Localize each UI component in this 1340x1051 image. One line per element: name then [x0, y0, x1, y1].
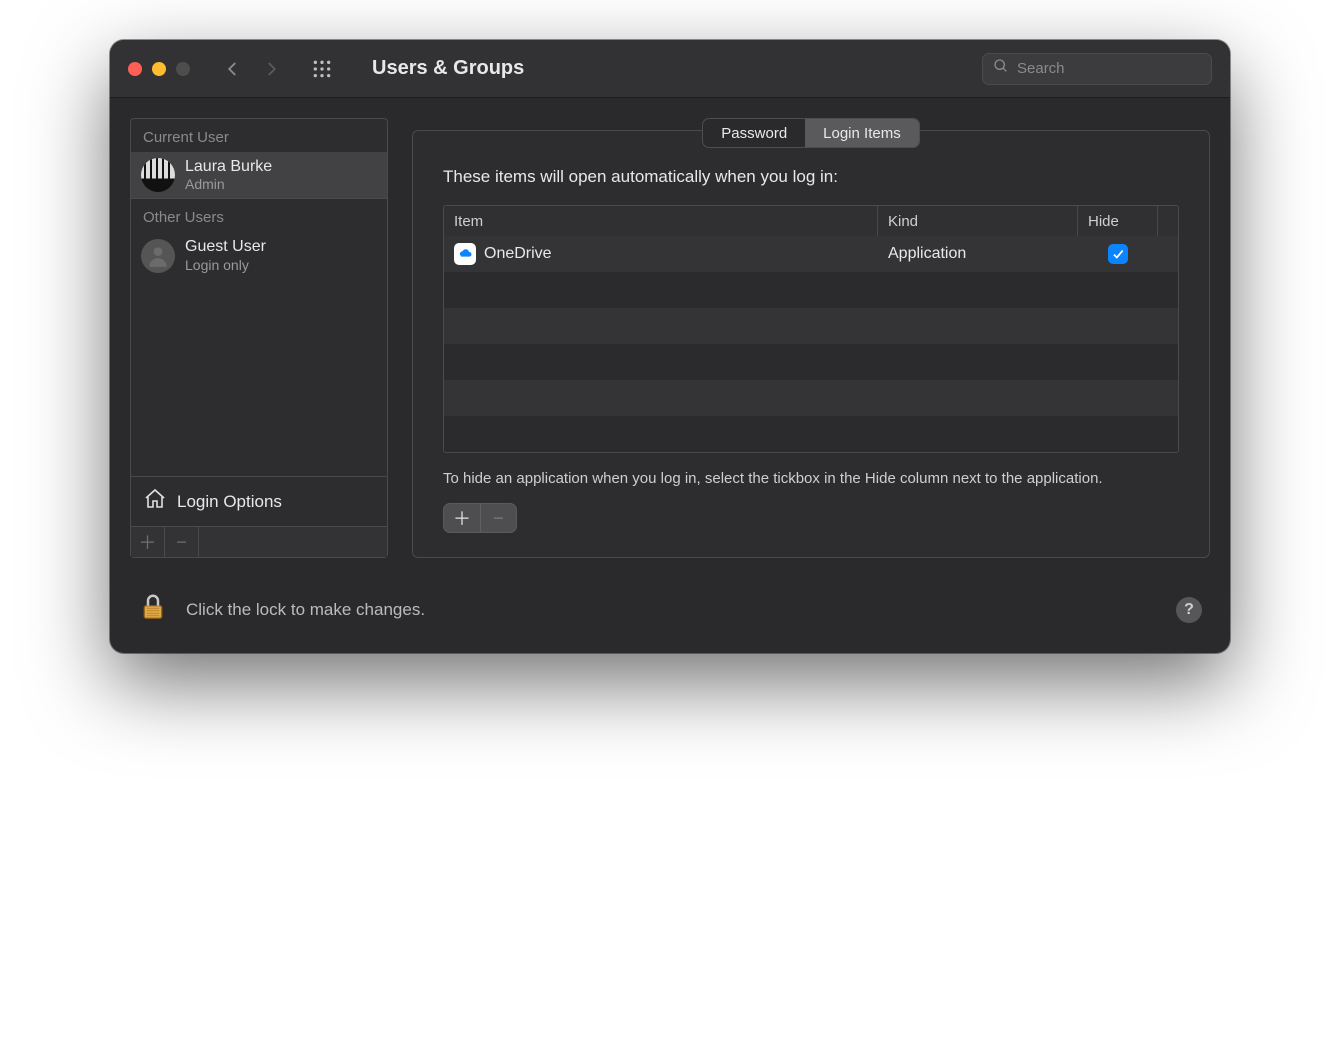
preferences-window: Users & Groups Current User Laura Burke … — [110, 40, 1230, 653]
column-hide[interactable]: Hide — [1078, 206, 1158, 236]
remove-login-item-button[interactable]: − — [480, 504, 516, 532]
tab-password[interactable]: Password — [703, 119, 805, 147]
other-users-section-label: Other Users — [131, 199, 387, 232]
minimize-window-button[interactable] — [152, 62, 166, 76]
lock-icon[interactable] — [138, 592, 168, 627]
tab-login-items[interactable]: Login Items — [805, 119, 919, 147]
titlebar: Users & Groups — [110, 40, 1230, 98]
cell-item: OneDrive — [444, 243, 878, 265]
avatar — [141, 239, 175, 273]
add-remove-group: ＋ − — [443, 503, 517, 533]
column-kind[interactable]: Kind — [878, 206, 1078, 236]
hint-text: To hide an application when you log in, … — [443, 469, 1179, 489]
main-panel: Password Login Items These items will op… — [412, 118, 1210, 558]
user-name: Laura Burke — [185, 158, 272, 176]
table-row-empty — [444, 272, 1178, 308]
sidebar-user-current[interactable]: Laura Burke Admin — [131, 152, 387, 198]
user-role: Admin — [185, 176, 272, 192]
sidebar-user-guest[interactable]: Guest User Login only — [131, 232, 387, 278]
window-title: Users & Groups — [372, 57, 524, 80]
window-body: Current User Laura Burke Admin Other Use… — [110, 98, 1230, 578]
hide-checkbox[interactable] — [1108, 244, 1128, 264]
tab-group: Password Login Items — [702, 118, 919, 148]
window-footer: Click the lock to make changes. ? — [110, 578, 1230, 653]
login-options-label: Login Options — [177, 492, 282, 512]
show-all-icon[interactable] — [312, 59, 332, 79]
add-login-item-button[interactable]: ＋ — [444, 504, 480, 532]
remove-user-button[interactable]: − — [165, 527, 199, 557]
user-name: Guest User — [185, 238, 266, 256]
table-row-empty — [444, 380, 1178, 416]
table-row-empty — [444, 344, 1178, 380]
column-spacer — [1158, 206, 1178, 236]
user-role: Login only — [185, 257, 266, 273]
table-row-empty — [444, 416, 1178, 452]
window-controls — [128, 62, 190, 76]
add-user-button[interactable]: ＋ — [131, 527, 165, 557]
login-items-table: Item Kind Hide OneDrive Application — [443, 205, 1179, 453]
close-window-button[interactable] — [128, 62, 142, 76]
search-input[interactable] — [1017, 60, 1201, 77]
zoom-window-button[interactable] — [176, 62, 190, 76]
search-field[interactable] — [982, 53, 1212, 85]
nav-arrows — [224, 60, 280, 78]
help-button[interactable]: ? — [1176, 597, 1202, 623]
sidebar-footer: ＋ − — [131, 526, 387, 557]
cell-kind: Application — [878, 245, 1078, 263]
login-options-button[interactable]: Login Options — [131, 476, 387, 526]
current-user-section-label: Current User — [131, 119, 387, 152]
item-name: OneDrive — [484, 245, 552, 263]
table-row[interactable]: OneDrive Application — [444, 236, 1178, 272]
search-icon — [993, 58, 1009, 79]
house-icon — [143, 487, 167, 516]
forward-button[interactable] — [262, 60, 280, 78]
onedrive-icon — [454, 243, 476, 265]
users-sidebar: Current User Laura Burke Admin Other Use… — [130, 118, 388, 558]
avatar — [141, 158, 175, 192]
table-row-empty — [444, 308, 1178, 344]
panel-heading: These items will open automatically when… — [443, 167, 1179, 187]
back-button[interactable] — [224, 60, 242, 78]
column-item[interactable]: Item — [444, 206, 878, 236]
cell-hide — [1078, 244, 1158, 264]
lock-text: Click the lock to make changes. — [186, 600, 425, 620]
login-items-panel: These items will open automatically when… — [412, 130, 1210, 558]
table-header: Item Kind Hide — [444, 206, 1178, 236]
